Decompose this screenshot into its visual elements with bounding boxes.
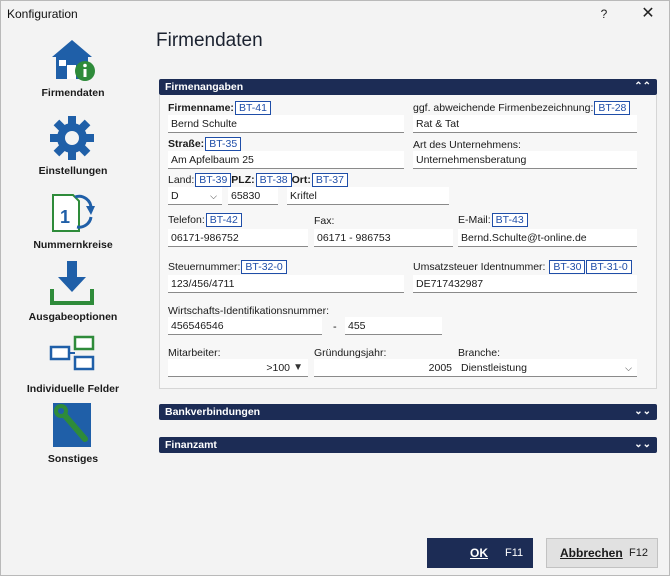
chevron-down-icon: ⌵	[625, 363, 632, 373]
config-window: Konfiguration ? ✕ Firmendaten Einstellun…	[0, 0, 670, 576]
title-bar: Konfiguration ? ✕	[1, 1, 669, 27]
bt-badge: BT-42	[205, 213, 242, 227]
email-input[interactable]: Bernd.Schulte@t-online.de	[458, 229, 637, 247]
sidebar-label: Einstellungen	[38, 165, 108, 177]
steuernummer-label: Steuernummer: BT-32-0	[168, 260, 287, 274]
firmenangaben-body: Firmenname: BT-41 Bernd Schulte ggf. abwe…	[159, 95, 657, 389]
bankverbindungen-header[interactable]: Bankverbindungen ⌄⌄	[159, 404, 657, 420]
finanzamt-header[interactable]: Finanzamt ⌄⌄	[159, 437, 657, 453]
gruendungsjahr-label: Gründungsjahr:	[314, 347, 387, 359]
wirtschafts-id-suffix-input[interactable]: 455	[345, 317, 442, 335]
bt-badge: BT-39	[195, 173, 232, 187]
svg-text:1: 1	[60, 207, 70, 227]
wirtschafts-id-label: Wirtschafts-Identifikationsnummer:	[168, 305, 330, 317]
sidebar-label: Sonstiges	[47, 453, 99, 465]
sidebar-item-individuelle-felder[interactable]: Individuelle Felder	[1, 331, 145, 403]
abweichende-bezeichnung-input[interactable]: Rat & Tat	[413, 115, 637, 133]
collapse-icon[interactable]: ⌃⌃	[634, 79, 651, 95]
window-title: Konfiguration	[7, 7, 78, 21]
sidebar-label: Firmendaten	[41, 87, 105, 99]
section-title: Finanzamt	[165, 439, 217, 451]
triangle-down-icon: ▼	[293, 362, 303, 373]
ok-shortcut: F11	[505, 547, 524, 559]
fax-label: Fax:	[314, 215, 335, 227]
wrench-icon	[53, 403, 91, 447]
mitarbeiter-value: >100	[266, 362, 290, 374]
ust-idnr-input[interactable]: DE717432987	[413, 275, 637, 293]
ust-idnr-label: Umsatzsteuer Identnummer: BT-30 BT-31-0	[413, 260, 632, 274]
bt-badge: BT-28	[594, 101, 631, 115]
bt-badge: BT-43	[491, 213, 528, 227]
help-button[interactable]: ?	[589, 3, 619, 25]
bt-badge: BT-32-0	[241, 260, 287, 274]
download-tray-icon	[50, 261, 94, 305]
mitarbeiter-label: Mitarbeiter:	[168, 347, 221, 359]
strasse-label: Straße: BT-35	[168, 137, 242, 151]
sidebar: Firmendaten Einstellungen 1 Nummernkreis…	[1, 27, 145, 477]
plz-input[interactable]: 65830	[228, 187, 278, 205]
sidebar-item-firmendaten[interactable]: Firmendaten	[1, 35, 145, 107]
sidebar-item-nummernkreise[interactable]: 1 Nummernkreise	[1, 187, 145, 259]
mitarbeiter-select[interactable]: >100 ▼	[168, 359, 308, 377]
sidebar-item-sonstiges[interactable]: Sonstiges	[1, 401, 145, 473]
cancel-button[interactable]: Abbrechen F12	[546, 538, 658, 568]
branche-select[interactable]: Dienstleistung ⌵	[458, 359, 637, 377]
sidebar-item-ausgabeoptionen[interactable]: Ausgabeoptionen	[1, 259, 145, 331]
ok-label: OK	[470, 546, 488, 560]
ok-button[interactable]: OK F11	[427, 538, 533, 568]
land-plz-ort-labels: Land: BT-39 PLZ: BT-38 Ort: BT-37	[168, 173, 348, 187]
art-des-unternehmens-input[interactable]: Unternehmensberatung	[413, 151, 637, 169]
section-title: Bankverbindungen	[165, 406, 261, 418]
telefon-label: Telefon: BT-42	[168, 213, 242, 227]
bt-badge: BT-38	[255, 173, 292, 187]
art-des-unternehmens-label: Art des Unternehmens:	[413, 139, 521, 151]
fields-icon	[49, 335, 95, 371]
expand-icon[interactable]: ⌄⌄	[634, 437, 651, 453]
firmenname-label: Firmenname: BT-41	[168, 101, 271, 115]
wirtschafts-id-separator: -	[333, 321, 337, 333]
firmenangaben-header[interactable]: Firmenangaben ⌃⌃	[159, 79, 657, 95]
section-title: Firmenangaben	[165, 81, 244, 93]
abweichende-bezeichnung-label: ggf. abweichende Firmenbezeichnung: BT-28	[413, 101, 631, 115]
sidebar-label: Ausgabeoptionen	[28, 311, 118, 323]
gruendungsjahr-input[interactable]: 2005	[314, 359, 458, 377]
house-info-icon	[52, 40, 95, 81]
bt-badge: BT-31-0	[586, 260, 632, 274]
land-value: D	[171, 190, 179, 202]
land-select[interactable]: D ⌵	[168, 187, 222, 205]
chevron-down-icon: ⌵	[210, 191, 217, 201]
strasse-input[interactable]: Am Apfelbaum 25	[168, 151, 404, 169]
bt-badge: BT-37	[311, 173, 348, 187]
expand-icon[interactable]: ⌄⌄	[634, 404, 651, 420]
ort-input[interactable]: Kriftel	[287, 187, 449, 205]
branche-label: Branche:	[458, 347, 501, 359]
fax-input[interactable]: 06171 - 986753	[314, 229, 453, 247]
branche-value: Dienstleistung	[461, 362, 527, 374]
number-cycle-icon: 1	[52, 194, 95, 232]
telefon-input[interactable]: 06171-986752	[168, 229, 308, 247]
close-button[interactable]: ✕	[633, 3, 663, 25]
firmenname-input[interactable]: Bernd Schulte	[168, 115, 404, 133]
steuernummer-input[interactable]: 123/456/4711	[168, 275, 404, 293]
cancel-label: Abbrechen	[560, 546, 623, 560]
sidebar-label: Nummernkreise	[33, 239, 113, 251]
gear-icon	[50, 116, 94, 160]
cancel-shortcut: F12	[629, 547, 648, 559]
sidebar-label: Individuelle Felder	[26, 383, 120, 395]
wirtschafts-id-input[interactable]: 456546546	[168, 317, 322, 335]
bt-badge: BT-30	[549, 260, 586, 274]
page-title: Firmendaten	[156, 30, 263, 51]
bt-badge: BT-35	[205, 137, 242, 151]
sidebar-item-einstellungen[interactable]: Einstellungen	[1, 113, 145, 185]
email-label: E-Mail: BT-43	[458, 213, 528, 227]
bt-badge: BT-41	[234, 101, 271, 115]
